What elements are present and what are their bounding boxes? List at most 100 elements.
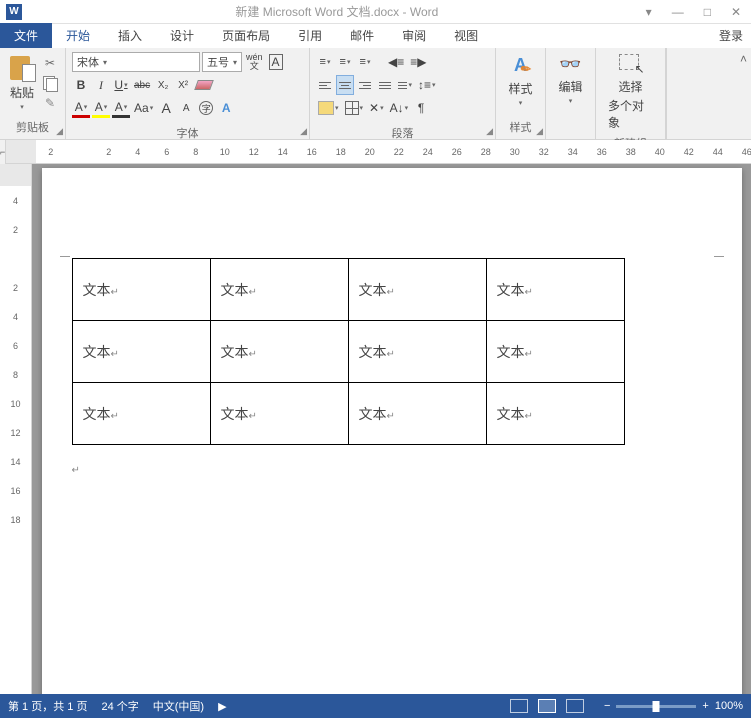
clear-formatting-button[interactable] [194, 75, 214, 95]
multilevel-list-button[interactable]: ≡ [356, 52, 374, 72]
styles-launcher-icon[interactable]: ◢ [536, 126, 543, 137]
font-size-combo[interactable]: 五号▾ [202, 52, 242, 72]
status-bar: 第 1 页，共 1 页 24 个字 中文(中国) ▶ − + 100% [0, 694, 751, 718]
page[interactable]: 文本↵ 文本↵ 文本↵ 文本↵ 文本↵ 文本↵ 文本↵ 文本↵ 文本↵ 文本↵ … [42, 168, 742, 708]
sort-button[interactable]: A↓ [388, 98, 411, 118]
cut-button[interactable]: ✂ [40, 54, 60, 72]
tab-view[interactable]: 视图 [440, 23, 492, 48]
status-macro-icon[interactable]: ▶ [218, 700, 226, 713]
tab-home[interactable]: 开始 [52, 23, 104, 48]
zoom-slider[interactable] [616, 705, 696, 708]
tab-references[interactable]: 引用 [284, 23, 336, 48]
font-color-button[interactable]: A [72, 98, 90, 118]
table-cell[interactable]: 文本↵ [348, 259, 486, 321]
shading-button[interactable] [316, 98, 341, 118]
grow-font-button[interactable]: A [157, 98, 175, 118]
horizontal-ruler[interactable]: 2246810121416182022242628303234363840424… [6, 140, 751, 163]
asian-layout-button[interactable]: ✕ [367, 98, 386, 118]
text-highlight-button[interactable]: A [92, 98, 110, 118]
view-print-layout[interactable] [538, 699, 556, 713]
clipboard-launcher-icon[interactable]: ◢ [56, 126, 63, 137]
tab-insert[interactable]: 插入 [104, 23, 156, 48]
zoom-in-button[interactable]: + [702, 700, 708, 712]
paragraph-mark: ↵ [72, 465, 712, 476]
view-read-mode[interactable] [510, 699, 528, 713]
table-cell[interactable]: 文本↵ [486, 259, 624, 321]
numbering-button[interactable]: ≡ [336, 52, 354, 72]
align-center-button[interactable] [336, 75, 354, 95]
table-cell[interactable]: 文本↵ [72, 321, 210, 383]
shrink-font-button[interactable]: A [177, 98, 195, 118]
status-word-count[interactable]: 24 个字 [101, 698, 138, 714]
zoom-level[interactable]: 100% [715, 700, 743, 712]
ribbon-options-icon[interactable]: ▾ [646, 5, 652, 19]
maximize-icon[interactable]: □ [704, 5, 711, 19]
tab-design[interactable]: 设计 [156, 23, 208, 48]
paragraph-launcher-icon[interactable]: ◢ [486, 126, 493, 137]
collapse-ribbon-icon[interactable]: ˄ [740, 52, 747, 66]
enclose-characters-button[interactable]: 字 [197, 98, 215, 118]
table-cell[interactable]: 文本↵ [210, 383, 348, 445]
editing-button[interactable]: 👓 编辑 ▾ [550, 50, 591, 107]
line-spacing-button[interactable]: ↕≡ [416, 75, 438, 95]
status-page[interactable]: 第 1 页，共 1 页 [8, 698, 87, 714]
ribbon: 粘贴 ▾ ✂ ✎ 剪贴板 ◢ 宋体▾ 五号▾ wén文 [0, 48, 751, 140]
decrease-indent-button[interactable]: ◀≡ [386, 52, 406, 72]
increase-indent-button[interactable]: ≡▶ [408, 52, 428, 72]
table-cell[interactable]: 文本↵ [486, 321, 624, 383]
bold-button[interactable]: B [72, 75, 90, 95]
table-cell[interactable]: 文本↵ [72, 383, 210, 445]
align-left-button[interactable] [316, 75, 334, 95]
tab-review[interactable]: 审阅 [388, 23, 440, 48]
minimize-icon[interactable]: — [672, 5, 684, 19]
ribbon-tabstrip: 文件 开始 插入 设计 页面布局 引用 邮件 审阅 视图 登录 [0, 24, 751, 48]
table-cell[interactable]: 文本↵ [72, 259, 210, 321]
table-cell[interactable]: 文本↵ [348, 383, 486, 445]
phonetic-guide-button[interactable]: wén文 [244, 52, 265, 72]
underline-button[interactable]: U [112, 75, 130, 95]
table-cell[interactable]: 文本↵ [348, 321, 486, 383]
table-cell[interactable]: 文本↵ [486, 383, 624, 445]
justify-button[interactable] [376, 75, 394, 95]
document-scroll[interactable]: 文本↵ 文本↵ 文本↵ 文本↵ 文本↵ 文本↵ 文本↵ 文本↵ 文本↵ 文本↵ … [32, 164, 751, 718]
status-language[interactable]: 中文(中国) [153, 698, 204, 714]
distribute-button[interactable] [396, 75, 414, 95]
bullets-button[interactable]: ≡ [316, 52, 334, 72]
tab-layout[interactable]: 页面布局 [208, 23, 284, 48]
styles-button[interactable]: A✎ 样式 ▾ [500, 50, 541, 109]
change-case-button[interactable]: Aa [132, 98, 155, 118]
table-cell[interactable]: 文本↵ [210, 259, 348, 321]
character-border-button[interactable]: A [267, 52, 285, 72]
table-cell[interactable]: 文本↵ [210, 321, 348, 383]
subscript-button[interactable]: X₂ [154, 75, 172, 95]
paste-button[interactable]: 粘贴 ▾ [6, 52, 38, 113]
borders-button[interactable] [343, 98, 366, 118]
word-app-icon: W [6, 4, 22, 20]
show-marks-button[interactable]: ¶ [412, 98, 430, 118]
circle-char-icon: 字 [199, 101, 213, 115]
document-table[interactable]: 文本↵ 文本↵ 文本↵ 文本↵ 文本↵ 文本↵ 文本↵ 文本↵ 文本↵ 文本↵ … [72, 258, 625, 445]
group-label-styles: 样式 [500, 117, 541, 137]
format-painter-button[interactable]: ✎ [40, 94, 60, 112]
vertical-ruler[interactable]: 4224681012141618 [0, 164, 32, 718]
align-right-button[interactable] [356, 75, 374, 95]
brush-icon: ✎ [45, 96, 55, 110]
login-link[interactable]: 登录 [711, 23, 751, 48]
group-label-clipboard: 剪贴板 [4, 117, 61, 137]
superscript-button[interactable]: X² [174, 75, 192, 95]
font-name-combo[interactable]: 宋体▾ [72, 52, 200, 72]
character-shading-button[interactable]: A [112, 98, 130, 118]
char-effects-button[interactable]: A [217, 98, 235, 118]
strikethrough-button[interactable]: abc [132, 75, 152, 95]
zoom-out-button[interactable]: − [604, 700, 610, 712]
select-multiple-button[interactable]: ↖ 选择 多个对象 [600, 50, 661, 133]
title-bar: W 新建 Microsoft Word 文档.docx - Word ▾ — □… [0, 0, 751, 24]
view-web-layout[interactable] [566, 699, 584, 713]
close-icon[interactable]: ✕ [731, 5, 741, 19]
tab-mailings[interactable]: 邮件 [336, 23, 388, 48]
font-launcher-icon[interactable]: ◢ [300, 126, 307, 137]
italic-button[interactable]: I [92, 75, 110, 95]
tab-file[interactable]: 文件 [0, 23, 52, 48]
window-title: 新建 Microsoft Word 文档.docx - Word [28, 3, 646, 20]
copy-button[interactable] [40, 74, 60, 92]
